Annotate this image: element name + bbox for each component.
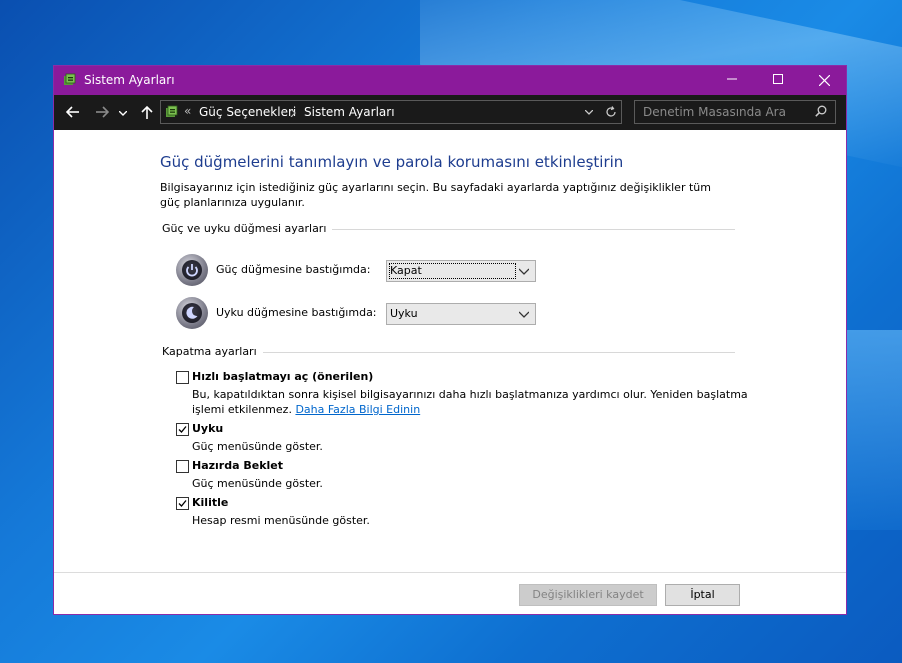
- refresh-icon[interactable]: [605, 106, 617, 118]
- checkmark-icon: [178, 426, 187, 433]
- power-options-icon: [166, 105, 178, 117]
- address-bar[interactable]: « Güç Seçenekleri Sistem Ayarları: [160, 100, 622, 124]
- search-placeholder: Denetim Masasında Ara: [643, 105, 786, 119]
- sleep-button-action-value: Uyku: [390, 307, 418, 320]
- shutdown-group-label: Kapatma ayarları: [162, 345, 263, 358]
- forward-button[interactable]: [92, 103, 112, 121]
- sleep-button-icon: [176, 297, 208, 329]
- breadcrumb-power-options[interactable]: Güç Seçenekleri: [199, 105, 296, 119]
- up-button[interactable]: [137, 103, 157, 121]
- search-icon[interactable]: [815, 105, 827, 117]
- breadcrumb-system-settings[interactable]: Sistem Ayarları: [304, 105, 395, 119]
- power-options-icon: [64, 73, 76, 85]
- fast-startup-description: Bu, kapatıldıktan sonra kişisel bilgisay…: [192, 387, 752, 417]
- lock-checkbox[interactable]: [176, 497, 189, 510]
- power-button-icon: [176, 254, 208, 286]
- close-button[interactable]: [801, 66, 847, 95]
- power-button-label: Güç düğmesine bastığımda:: [216, 263, 371, 276]
- recent-locations-button[interactable]: [117, 103, 129, 121]
- hibernate-checkbox[interactable]: [176, 460, 189, 473]
- chevron-right-icon: [290, 109, 296, 117]
- close-icon: [818, 74, 830, 87]
- back-button[interactable]: [63, 103, 83, 121]
- content-area: Güç düğmelerini tanımlayın ve parola kor…: [54, 130, 846, 574]
- power-button-action-select[interactable]: Kapat: [386, 260, 536, 282]
- chevron-down-icon: [118, 110, 128, 116]
- page-description: Bilgisayarınız için istediğiniz güç ayar…: [160, 181, 711, 209]
- breadcrumb-overflow[interactable]: «: [184, 104, 191, 118]
- focus-rectangle: [389, 263, 516, 279]
- title-bar[interactable]: Sistem Ayarları: [54, 66, 846, 95]
- fast-startup-checkbox[interactable]: [176, 371, 189, 384]
- maximize-icon: [773, 74, 783, 84]
- up-arrow-icon: [141, 105, 153, 119]
- minimize-button[interactable]: [709, 66, 755, 95]
- back-arrow-icon: [65, 106, 79, 118]
- save-changes-button[interactable]: Değişiklikleri kaydet: [519, 584, 657, 606]
- system-settings-window: Sistem Ayarları « Güç Seçenekleri Sistem…: [53, 65, 847, 615]
- learn-more-link[interactable]: Daha Fazla Bilgi Edinin: [295, 403, 420, 416]
- sleep-description: Güç menüsünde göster.: [192, 440, 323, 453]
- desktop-light-beam: [840, 330, 902, 530]
- forward-arrow-icon: [96, 106, 110, 118]
- window-title: Sistem Ayarları: [84, 73, 175, 87]
- chevron-down-icon: [519, 311, 529, 318]
- lock-title[interactable]: Kilitle: [192, 496, 228, 509]
- lock-description: Hesap resmi menüsünde göster.: [192, 514, 370, 527]
- minimize-icon: [727, 78, 737, 80]
- page-title: Güç düğmelerini tanımlayın ve parola kor…: [160, 153, 624, 171]
- checkmark-icon: [178, 500, 187, 507]
- fast-startup-title[interactable]: Hızlı başlatmayı aç (önerilen): [192, 370, 373, 383]
- footer-divider: [54, 572, 846, 573]
- sleep-checkbox[interactable]: [176, 423, 189, 436]
- fast-startup-desc-text: Bu, kapatıldıktan sonra kişisel bilgisay…: [192, 388, 748, 416]
- chevron-down-icon: [519, 268, 529, 275]
- navigation-bar: « Güç Seçenekleri Sistem Ayarları Deneti…: [54, 95, 846, 130]
- cancel-button[interactable]: İptal: [665, 584, 740, 606]
- address-dropdown-icon[interactable]: [585, 110, 593, 116]
- sleep-button-label: Uyku düğmesine bastığımda:: [216, 306, 377, 319]
- sleep-button-action-select[interactable]: Uyku: [386, 303, 536, 325]
- search-box[interactable]: Denetim Masasında Ara: [634, 100, 836, 124]
- hibernate-title[interactable]: Hazırda Beklet: [192, 459, 283, 472]
- hibernate-description: Güç menüsünde göster.: [192, 477, 323, 490]
- power-group-label: Güç ve uyku düğmesi ayarları: [162, 222, 333, 235]
- maximize-button[interactable]: [755, 66, 801, 95]
- sleep-title[interactable]: Uyku: [192, 422, 223, 435]
